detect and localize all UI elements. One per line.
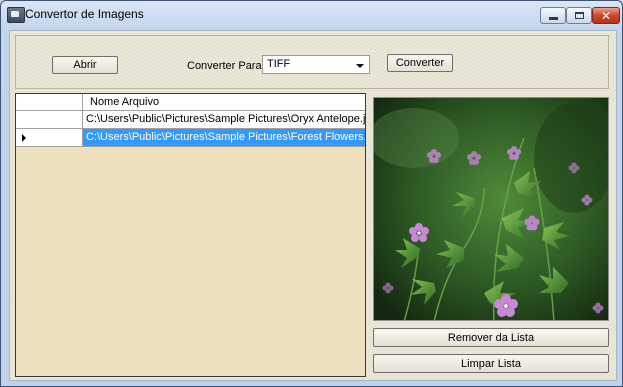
clear-list-button[interactable]: Limpar Lista [373,354,609,373]
close-button[interactable]: ✕ [592,7,620,24]
convert-button[interactable]: Converter [387,54,453,72]
title-bar[interactable]: Convertor de Imagens ✕ [1,1,622,29]
maximize-button[interactable] [566,7,592,24]
chevron-down-icon[interactable] [356,64,364,68]
close-icon: ✕ [600,8,612,23]
format-select[interactable]: TIFF [262,55,370,74]
forest-flowers-photo [374,98,608,320]
table-row[interactable]: C:\Users\Public\Pictures\Sample Pictures… [16,111,365,129]
row-header[interactable] [16,129,83,147]
column-header-file-name[interactable]: Nome Arquivo [83,94,365,111]
toolbar-panel: Abrir Converter Para TIFF Converter [15,35,609,89]
minimize-button[interactable] [540,7,566,24]
client-area: Abrir Converter Para TIFF Converter Nome… [9,30,617,381]
app-icon[interactable] [7,7,25,23]
grid-corner-cell[interactable] [16,94,83,111]
open-button[interactable]: Abrir [52,56,118,74]
window-title: Convertor de Imagens [25,7,144,21]
file-path-cell[interactable]: C:\Users\Public\Pictures\Sample Pictures… [83,129,365,147]
minimize-icon [548,17,558,20]
convert-to-label: Converter Para [187,60,262,72]
maximize-icon [574,12,584,19]
file-grid[interactable]: Nome Arquivo C:\Users\Public\Pictures\Sa… [15,93,366,377]
current-row-icon [22,134,26,142]
format-select-value: TIFF [267,58,291,70]
image-preview [373,97,609,321]
file-path-cell[interactable]: C:\Users\Public\Pictures\Sample Pictures… [83,111,365,129]
grid-header: Nome Arquivo [16,94,365,111]
row-header[interactable] [16,111,83,129]
table-row[interactable]: C:\Users\Public\Pictures\Sample Pictures… [16,129,365,147]
main-window: Convertor de Imagens ✕ Abrir Converter P… [0,0,623,387]
remove-from-list-button[interactable]: Remover da Lista [373,328,609,347]
